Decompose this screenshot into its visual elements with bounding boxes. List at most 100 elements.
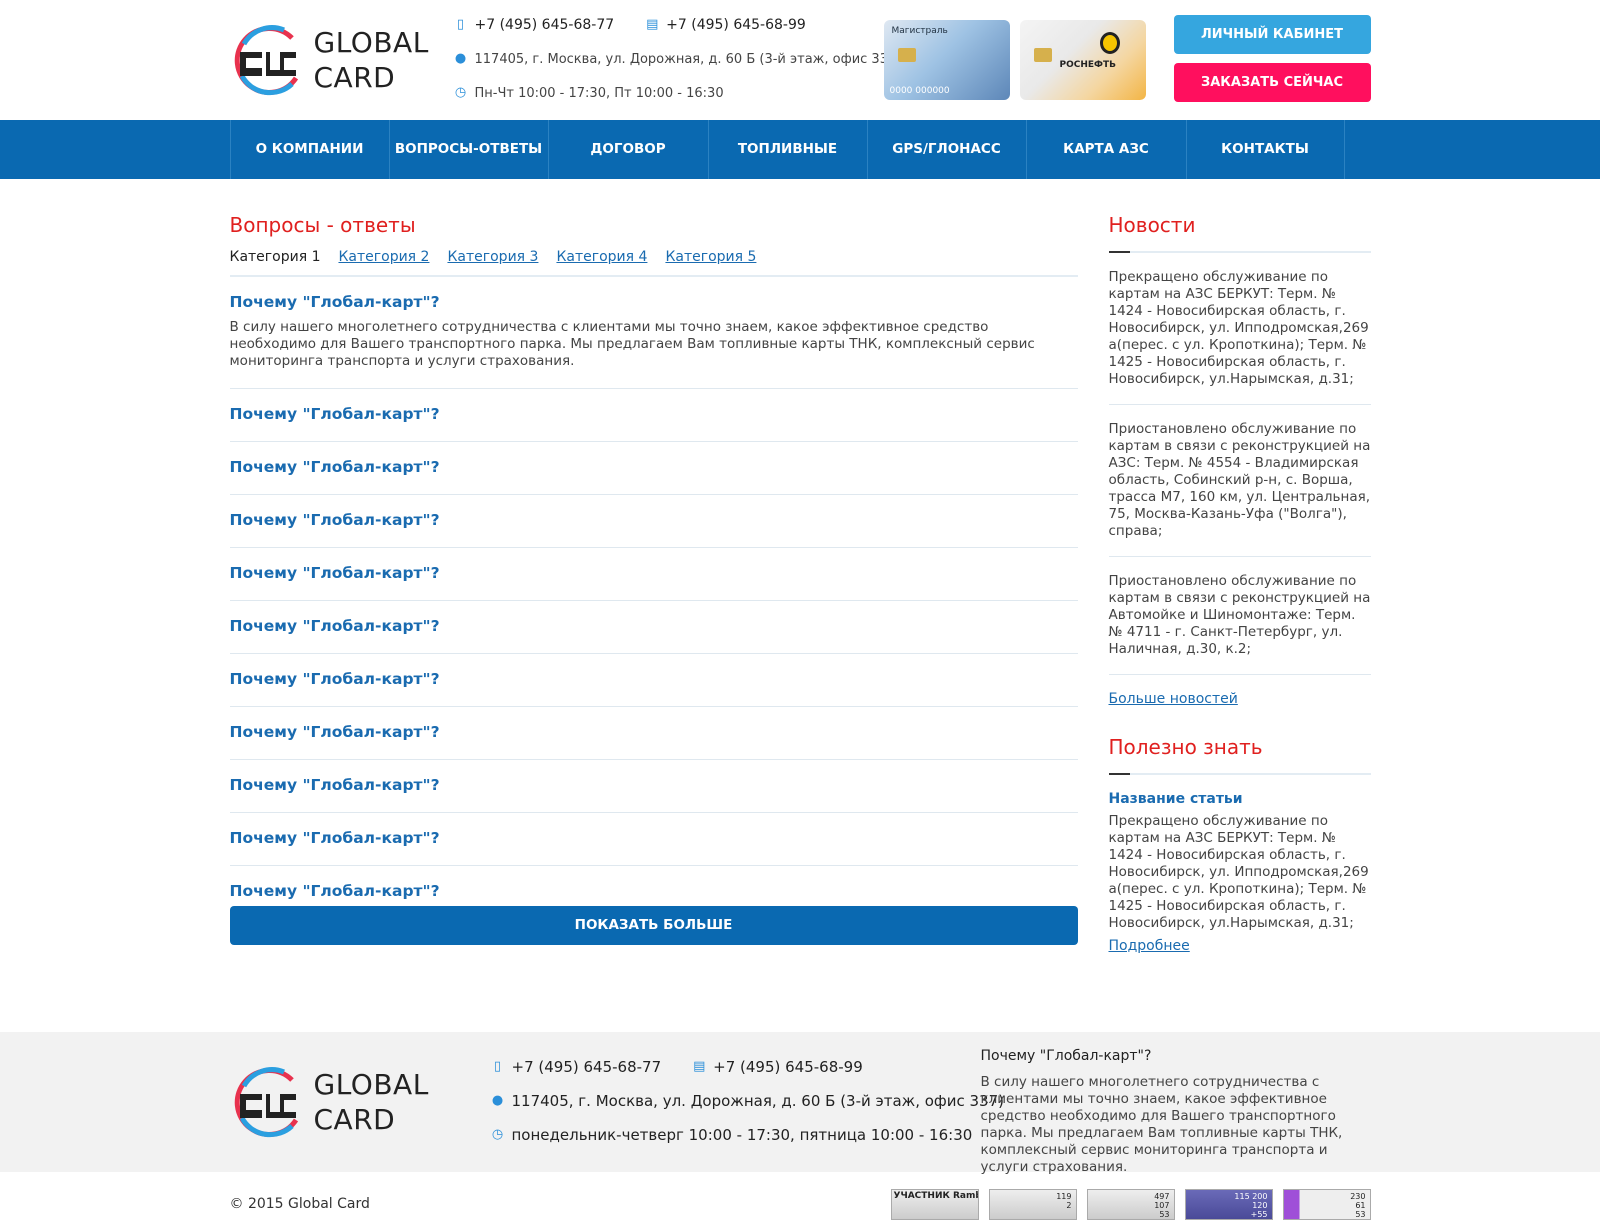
phone-icon: ▯ xyxy=(493,1059,502,1074)
brand-line1: GLOBAL xyxy=(313,1068,429,1101)
location-icon: ● xyxy=(491,1093,504,1108)
fax-icon: ▤ xyxy=(646,17,659,32)
footer-address: 117405, г. Москва, ул. Дорожная, д. 60 Б… xyxy=(511,1092,1004,1110)
faq-question[interactable]: Почему "Глобал-карт"? xyxy=(230,882,1078,900)
faq-question[interactable]: Почему "Глобал-карт"? xyxy=(230,405,1078,423)
faq-question[interactable]: Почему "Глобал-карт"? xyxy=(230,458,1078,476)
counter-liveinternet[interactable]: 119 2 xyxy=(988,1189,1077,1220)
counters: УЧАСТНИК Rambler's TOP100 119 2 497 107 … xyxy=(890,1189,1371,1220)
faq-question[interactable]: Почему "Глобал-карт"? xyxy=(230,829,1078,847)
footer-phone-1[interactable]: +7 (495) 645-68-77 xyxy=(512,1058,662,1076)
faq-answer: В силу нашего многолетнего сотрудничеств… xyxy=(229,319,1035,369)
footer-logo[interactable]: GLOBAL CARD xyxy=(230,1060,440,1144)
faq-section: Вопросы - ответы Категория 1 Категория 2… xyxy=(229,213,1078,982)
faq-question[interactable]: Почему "Глобал-карт"? xyxy=(230,564,1078,582)
counter-text: 115 200 120 +55 xyxy=(1234,1192,1268,1219)
news-item[interactable]: Приостановлено обслуживание по картам в … xyxy=(1108,573,1371,675)
article-text: Прекращено обслуживание по картам на АЗС… xyxy=(1108,813,1369,931)
faq-item: Почему "Глобал-карт"? xyxy=(229,813,1078,866)
header-contacts: ▯ +7 (495) 645-68-77 ▤ +7 (495) 645-68-9… xyxy=(455,14,902,116)
counter-hotlog[interactable]: 115 200 120 +55 xyxy=(1184,1189,1273,1220)
faq-item: Почему "Глобал-карт"? xyxy=(229,601,1078,654)
faq-item-open: Почему "Глобал-карт"? В силу нашего мног… xyxy=(229,277,1078,389)
faq-question[interactable]: Почему "Глобал-карт"? xyxy=(230,776,1078,794)
faq-item: Почему "Глобал-карт"? xyxy=(229,389,1078,442)
logo-icon xyxy=(230,18,304,102)
tab-category-5[interactable]: Категория 5 xyxy=(665,249,756,265)
fuel-cards: Магистраль 0000 000000 РОСНЕФТЬ xyxy=(883,20,1146,100)
bottom-bar: © 2015 Global Card УЧАСТНИК Rambler's TO… xyxy=(230,1172,1371,1221)
counter-text: 230 61 53 xyxy=(1350,1192,1366,1219)
news-title: Новости xyxy=(1108,213,1196,237)
faq-item: Почему "Глобал-карт"? xyxy=(230,866,1078,902)
card-magistral[interactable]: Магистраль 0000 000000 xyxy=(883,20,1010,100)
nav-item-company[interactable]: О КОМПАНИИ xyxy=(231,120,390,179)
news-item[interactable]: Приостановлено обслуживание по картам в … xyxy=(1108,421,1371,557)
faq-item: Почему "Глобал-карт"? xyxy=(229,495,1078,548)
footer-contacts: ▯ +7 (495) 645-68-77 ▤ +7 (495) 645-68-9… xyxy=(492,1056,1004,1158)
counter-rambler[interactable]: УЧАСТНИК Rambler's TOP100 xyxy=(890,1189,979,1220)
card-number: 0000 000000 xyxy=(889,86,950,96)
phone-icon: ▯ xyxy=(456,17,465,32)
chip-icon xyxy=(897,48,916,62)
counter-stats[interactable]: 497 107 53 xyxy=(1086,1189,1175,1220)
header-buttons: ЛИЧНЫЙ КАБИНЕТ ЗАКАЗАТЬ СЕЙЧАС xyxy=(1173,15,1371,111)
faq-item: Почему "Глобал-карт"? xyxy=(229,760,1078,813)
tab-category-1[interactable]: Категория 1 xyxy=(230,249,321,265)
phone-2[interactable]: +7 (495) 645-68-99 xyxy=(666,17,806,33)
faq-item: Почему "Глобал-карт"? xyxy=(229,548,1078,601)
phone-1[interactable]: +7 (495) 645-68-77 xyxy=(475,17,615,33)
article-more-link[interactable]: Подробнее xyxy=(1109,938,1371,954)
tab-category-3[interactable]: Категория 3 xyxy=(447,249,538,265)
nav-item-fuel-cards[interactable]: ТОПЛИВНЫЕ КАРТЫ xyxy=(709,120,868,216)
faq-item: Почему "Глобал-карт"? xyxy=(229,442,1078,495)
logo-text: GLOBAL CARD xyxy=(314,25,429,95)
footer-about: Почему "Глобал-карт"? В силу нашего мног… xyxy=(981,1048,1371,1176)
cabinet-button[interactable]: ЛИЧНЫЙ КАБИНЕТ xyxy=(1173,15,1371,54)
show-more-button[interactable]: ПОКАЗАТЬ БОЛЬШЕ xyxy=(229,906,1078,945)
brand-line2: CARD xyxy=(313,1103,396,1136)
counter-text: 119 2 xyxy=(1056,1192,1072,1210)
card-rosneft[interactable]: РОСНЕФТЬ xyxy=(1019,20,1146,100)
header: GLOBAL CARD ▯ +7 (495) 645-68-77 ▤ +7 (4… xyxy=(230,0,1371,120)
tab-category-2[interactable]: Категория 2 xyxy=(338,249,429,265)
faq-question[interactable]: Почему "Глобал-карт"? xyxy=(230,670,1078,688)
useful-title: Полезно знать xyxy=(1108,735,1263,759)
logo-icon xyxy=(230,1060,304,1144)
fax-icon: ▤ xyxy=(693,1059,706,1074)
rosneft-icon xyxy=(1099,32,1120,54)
counter-text: 497 107 53 xyxy=(1154,1192,1170,1219)
page-title: Вопросы - ответы xyxy=(229,213,416,237)
order-button[interactable]: ЗАКАЗАТЬ СЕЙЧАС xyxy=(1173,63,1371,102)
article-title[interactable]: Название статьи xyxy=(1109,791,1371,807)
faq-question[interactable]: Почему "Глобал-карт"? xyxy=(230,293,1078,311)
clock-icon: ◷ xyxy=(491,1127,504,1142)
main: Вопросы - ответы Категория 1 Категория 2… xyxy=(229,179,1371,982)
location-icon: ● xyxy=(454,51,467,66)
chip-icon xyxy=(1033,48,1052,62)
nav-item-contract[interactable]: ДОГОВОР xyxy=(549,120,709,179)
tab-category-4[interactable]: Категория 4 xyxy=(556,249,647,265)
nav-item-gps[interactable]: GPS/ГЛОНАСС xyxy=(868,120,1027,179)
footer-hours: понедельник-четверг 10:00 - 17:30, пятни… xyxy=(511,1126,973,1144)
counter-metrika[interactable]: 230 61 53 xyxy=(1282,1189,1371,1220)
faq-question[interactable]: Почему "Глобал-карт"? xyxy=(230,617,1078,635)
news-item[interactable]: Прекращено обслуживание по картам на АЗС… xyxy=(1108,269,1371,405)
faq-question[interactable]: Почему "Глобал-карт"? xyxy=(230,511,1078,529)
more-news-link[interactable]: Больше новостей xyxy=(1109,691,1371,707)
logo-text: GLOBAL CARD xyxy=(314,1067,429,1137)
faq-question[interactable]: Почему "Глобал-карт"? xyxy=(230,723,1078,741)
brand-line2: CARD xyxy=(313,61,396,94)
footer: GLOBAL CARD ▯ +7 (495) 645-68-77 ▤ +7 (4… xyxy=(0,1032,1600,1175)
footer-phone-2[interactable]: +7 (495) 645-68-99 xyxy=(713,1058,863,1076)
category-tabs: Категория 1 Категория 2 Категория 3 Кате… xyxy=(229,243,1078,277)
nav-item-map[interactable]: КАРТА АЗС xyxy=(1027,120,1187,179)
counter-text: УЧАСТНИК Rambler's TOP100 xyxy=(893,1191,978,1201)
footer-about-title: Почему "Глобал-карт"? xyxy=(980,1048,1152,1064)
logo[interactable]: GLOBAL CARD xyxy=(230,18,440,102)
nav-item-faq[interactable]: ВОПРОСЫ-ОТВЕТЫ xyxy=(390,120,549,179)
nav-item-contacts[interactable]: КОНТАКТЫ xyxy=(1187,120,1345,179)
footer-about-text: В силу нашего многолетнего сотрудничеств… xyxy=(980,1074,1343,1175)
card-label: РОСНЕФТЬ xyxy=(1059,60,1116,70)
main-nav: О КОМПАНИИ ВОПРОСЫ-ОТВЕТЫ ДОГОВОР ТОПЛИВ… xyxy=(0,120,1600,216)
